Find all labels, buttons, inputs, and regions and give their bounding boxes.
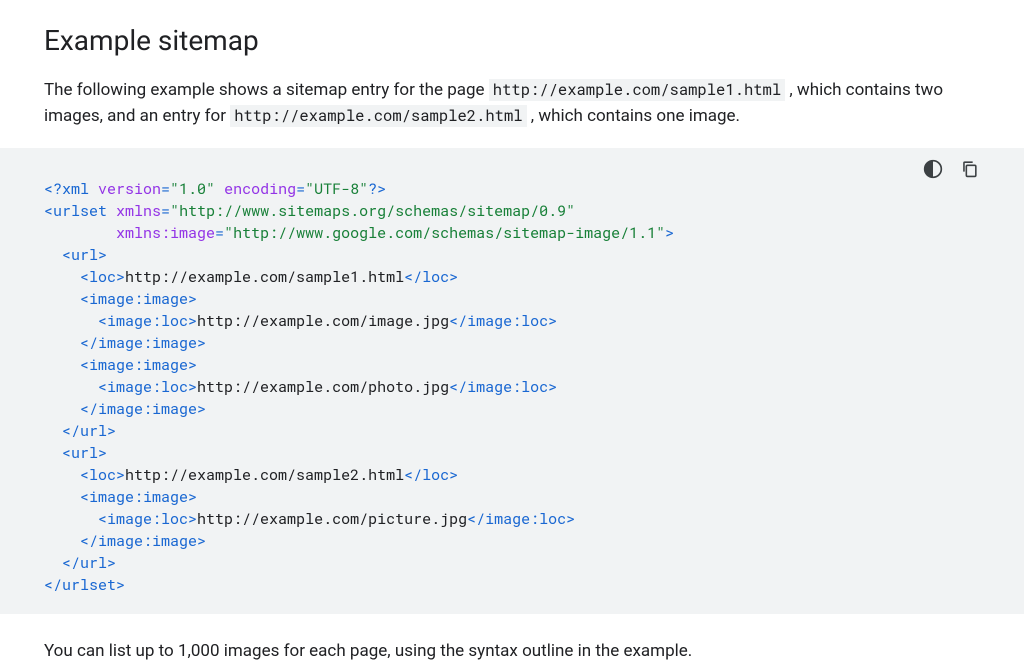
loc-1: http://example.com/sample1.html xyxy=(125,267,404,287)
image-open-3: <image:image> xyxy=(80,487,197,507)
section-heading: Example sitemap xyxy=(44,24,980,57)
imgloc-open-3: <image:loc> xyxy=(98,509,197,529)
urlset-open: <urlset xyxy=(44,201,107,221)
attr-xmlns-image: xmlns:image xyxy=(116,223,215,243)
attr-xmlns: xmlns xyxy=(116,201,161,221)
loc-close-2: </loc> xyxy=(404,465,458,485)
intro-code-2: http://example.com/sample2.html xyxy=(230,105,526,127)
imgloc-1: http://example.com/image.jpg xyxy=(197,311,449,331)
imgloc-open-1: <image:loc> xyxy=(98,311,197,331)
xml-attr-version-val: "1.0" xyxy=(170,179,215,199)
loc-close-1: </loc> xyxy=(404,267,458,287)
imgloc-close-1: </image:loc> xyxy=(449,311,557,331)
code-block: <?xml version="1.0" encoding="UTF-8"?> <… xyxy=(0,148,1024,614)
imgloc-3: http://example.com/picture.jpg xyxy=(197,509,467,529)
url-close-1: </url> xyxy=(62,421,116,441)
urlset-close: </urlset> xyxy=(44,575,125,595)
xml-attr-version: version xyxy=(98,179,161,199)
footer-note: You can list up to 1,000 images for each… xyxy=(44,638,980,664)
image-open-1: <image:image> xyxy=(80,289,197,309)
intro-code-1: http://example.com/sample1.html xyxy=(489,79,785,101)
url-close-2: </url> xyxy=(62,553,116,573)
toggle-theme-icon[interactable] xyxy=(922,158,944,180)
code-content: <?xml version="1.0" encoding="UTF-8"?> <… xyxy=(44,178,980,596)
urlset-open-close: > xyxy=(665,223,674,243)
intro-text-1: The following example shows a sitemap en… xyxy=(44,80,489,100)
image-open-2: <image:image> xyxy=(80,355,197,375)
attr-xmlns-image-val: "http://www.google.com/schemas/sitemap-i… xyxy=(224,223,665,243)
intro-text-3: , which contains one image. xyxy=(527,106,740,126)
image-close-1: </image:image> xyxy=(80,333,206,353)
image-close-2: </image:image> xyxy=(80,399,206,419)
code-actions xyxy=(922,158,980,180)
image-close-3: </image:image> xyxy=(80,531,206,551)
loc-open-1: <loc> xyxy=(80,267,125,287)
imgloc-close-3: </image:loc> xyxy=(467,509,575,529)
xml-decl-open: <?xml xyxy=(44,179,98,199)
attr-xmlns-val: "http://www.sitemaps.org/schemas/sitemap… xyxy=(170,201,575,221)
loc-2: http://example.com/sample2.html xyxy=(125,465,404,485)
intro-paragraph: The following example shows a sitemap en… xyxy=(44,77,980,130)
imgloc-open-2: <image:loc> xyxy=(98,377,197,397)
imgloc-close-2: </image:loc> xyxy=(449,377,557,397)
loc-open-2: <loc> xyxy=(80,465,125,485)
url-open-1: <url> xyxy=(62,245,107,265)
xml-decl-close: ?> xyxy=(368,179,386,199)
imgloc-2: http://example.com/photo.jpg xyxy=(197,377,449,397)
copy-icon[interactable] xyxy=(958,158,980,180)
xml-attr-encoding-val: "UTF-8" xyxy=(305,179,368,199)
xml-attr-encoding: encoding xyxy=(224,179,296,199)
url-open-2: <url> xyxy=(62,443,107,463)
